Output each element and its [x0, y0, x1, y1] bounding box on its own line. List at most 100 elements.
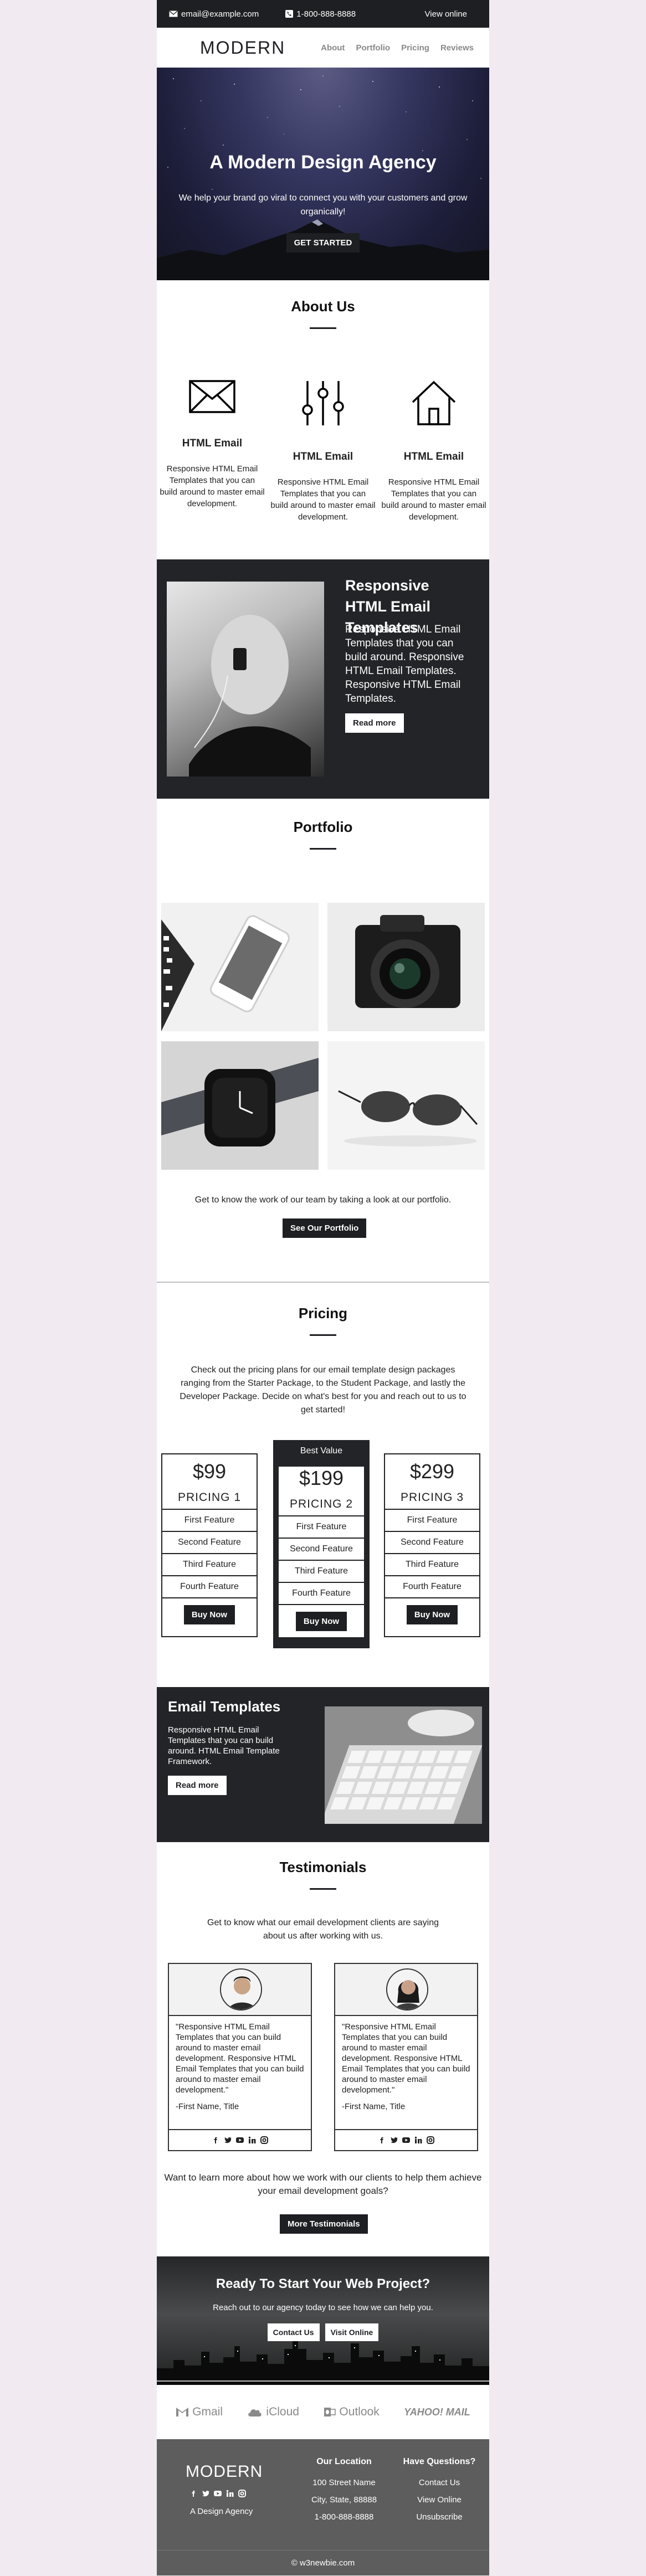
- brand-yahoo: YAHOO! MAIL: [404, 2407, 470, 2418]
- unsubscribe-link[interactable]: Unsubscribe: [401, 2512, 478, 2522]
- feature-1: HTML Email Responsive HTML Email Templat…: [160, 380, 265, 510]
- email-templates-band: Email Templates Responsive HTML Email Te…: [157, 1687, 489, 1842]
- cloud-icon: [248, 2409, 262, 2416]
- brand-outlook-label: Outlook: [339, 2405, 380, 2418]
- nav-portfolio[interactable]: Portfolio: [356, 43, 390, 53]
- feature-1-title: HTML Email: [182, 438, 243, 449]
- footer-contact-link[interactable]: Contact Us: [401, 2478, 478, 2487]
- avatar: [220, 1968, 262, 2011]
- brand-icloud: iCloud: [247, 2405, 299, 2419]
- buy-now-button[interactable]: Buy Now: [406, 1605, 458, 1624]
- nav-about[interactable]: About: [321, 43, 345, 53]
- header: MODERN About Portfolio Pricing Reviews: [157, 28, 489, 68]
- plan-feature: Second Feature: [385, 1531, 479, 1553]
- buy-now-button[interactable]: Buy Now: [295, 1612, 347, 1631]
- portfolio-watch-image[interactable]: [161, 1041, 319, 1170]
- youtube-icon[interactable]: [213, 2489, 222, 2498]
- read-more-button[interactable]: Read more: [345, 713, 404, 733]
- band1-text: Responsive HTML Email Templates that you…: [345, 624, 464, 705]
- footer-logo[interactable]: MODERN: [186, 2462, 263, 2481]
- instagram-icon[interactable]: [238, 2489, 247, 2498]
- outlook-icon: [324, 2408, 336, 2416]
- main-nav: About Portfolio Pricing Reviews: [321, 43, 474, 53]
- top-bar: email@example.com 1-800-888-8888 View on…: [157, 0, 489, 28]
- social-links: [335, 2129, 477, 2150]
- instagram-icon[interactable]: [426, 2136, 435, 2145]
- plan-feature: Fourth Feature: [162, 1575, 257, 1597]
- testimonials-intro: Get to know what our email development c…: [207, 1918, 439, 1941]
- footer-view-online-link[interactable]: View Online: [401, 2495, 478, 2505]
- testimonial-card: "Responsive HTML Email Templates that yo…: [334, 1963, 478, 2151]
- title-divider: [310, 1334, 336, 1336]
- youtube-icon[interactable]: [402, 2136, 411, 2145]
- twitter-icon[interactable]: [389, 2136, 398, 2145]
- pricing-card-3: $299 PRICING 3 First Feature Second Feat…: [384, 1453, 480, 1637]
- address-line-2: City, State, 88888: [311, 2495, 377, 2505]
- nav-reviews[interactable]: Reviews: [440, 43, 474, 53]
- see-portfolio-button[interactable]: See Our Portfolio: [283, 1218, 367, 1238]
- view-online-link[interactable]: View online: [425, 9, 467, 19]
- pricing-section: Pricing Check out the pricing plans for …: [157, 1282, 489, 1687]
- topbar-email-text: email@example.com: [181, 9, 259, 19]
- linkedin-icon[interactable]: [248, 2136, 257, 2145]
- feature-3-text: Responsive HTML Email Templates that you…: [381, 477, 486, 522]
- hero-text: We help your brand go viral to connect y…: [178, 193, 468, 217]
- plan-feature: First Feature: [162, 1509, 257, 1531]
- facebook-icon[interactable]: [189, 2489, 198, 2498]
- more-testimonials-button[interactable]: More Testimonials: [280, 2214, 368, 2234]
- keyboard-mouse-photo: [325, 1706, 482, 1824]
- footer-phone[interactable]: 1-800-888-8888: [305, 2512, 383, 2522]
- topbar-phone[interactable]: 1-800-888-8888: [285, 9, 356, 19]
- testimonials-section: Testimonials Get to know what our email …: [157, 1842, 489, 2256]
- plan-feature: Third Feature: [279, 1560, 364, 1582]
- nav-pricing[interactable]: Pricing: [401, 43, 429, 53]
- testimonial-quote: "Responsive HTML Email Templates that yo…: [176, 2022, 304, 2095]
- envelope-icon: [169, 11, 178, 17]
- buy-now-button[interactable]: Buy Now: [183, 1605, 235, 1624]
- social-links: [169, 2129, 311, 2150]
- feature-3: HTML Email Responsive HTML Email Templat…: [381, 380, 486, 523]
- footer-tagline: A Design Agency: [190, 2507, 253, 2516]
- portfolio-camera-image[interactable]: [327, 903, 485, 1031]
- email-client-logos: Gmail iCloud Outlook YAHOO! MAIL: [157, 2385, 489, 2439]
- footer-social-links: [189, 2489, 247, 2498]
- testimonials-outro: Want to learn more about how we work wit…: [164, 2172, 482, 2196]
- instagram-icon[interactable]: [260, 2136, 269, 2145]
- linkedin-icon[interactable]: [225, 2489, 234, 2498]
- feature-3-title: HTML Email: [403, 451, 464, 462]
- band2-text: Responsive HTML Email Templates that you…: [168, 1725, 280, 1766]
- facebook-icon[interactable]: [377, 2136, 386, 2145]
- feature-2: HTML Email Responsive HTML Email Templat…: [270, 380, 376, 523]
- testimonial-card: "Responsive HTML Email Templates that yo…: [168, 1963, 312, 2151]
- testimonial-quote: "Responsive HTML Email Templates that yo…: [342, 2022, 470, 2095]
- cta-text: Reach out to our agency today to see how…: [213, 2303, 433, 2312]
- plan-feature: Third Feature: [162, 1553, 257, 1575]
- testimonial-author: -First Name, Title: [176, 2102, 239, 2111]
- get-started-button[interactable]: GET STARTED: [286, 233, 360, 253]
- portfolio-sunglasses-image[interactable]: [327, 1041, 485, 1170]
- topbar-email[interactable]: email@example.com: [169, 9, 259, 19]
- footer: MODERN A Design Agency Our Location 100 …: [157, 2439, 489, 2550]
- linkedin-icon[interactable]: [414, 2136, 423, 2145]
- visit-online-button[interactable]: Visit Online: [325, 2323, 379, 2341]
- portfolio-section: Portfolio Get to know the work of our te…: [157, 799, 489, 1282]
- read-more-button[interactable]: Read more: [168, 1776, 227, 1795]
- envelope-icon: [189, 380, 235, 413]
- best-value-badge: Best Value: [274, 1441, 368, 1461]
- facebook-icon[interactable]: [211, 2136, 220, 2145]
- location-title: Our Location: [316, 2457, 372, 2466]
- about-title: About Us: [291, 298, 355, 315]
- plan-name: PRICING 1: [177, 1491, 242, 1504]
- plan-feature: Second Feature: [162, 1531, 257, 1553]
- contact-us-button[interactable]: Contact Us: [267, 2323, 320, 2341]
- person-with-phone-photo: [167, 582, 324, 777]
- twitter-icon[interactable]: [223, 2136, 232, 2145]
- pricing-card-1: $99 PRICING 1 First Feature Second Featu…: [161, 1453, 258, 1637]
- logo[interactable]: MODERN: [200, 38, 285, 58]
- twitter-icon[interactable]: [201, 2489, 210, 2498]
- brand-gmail-label: Gmail: [192, 2405, 223, 2418]
- youtube-icon[interactable]: [235, 2136, 244, 2145]
- plan-feature: Fourth Feature: [279, 1582, 364, 1604]
- footer-location: Our Location 100 Street Name City, State…: [305, 2457, 383, 2529]
- portfolio-laptop-phone-image[interactable]: [161, 903, 319, 1031]
